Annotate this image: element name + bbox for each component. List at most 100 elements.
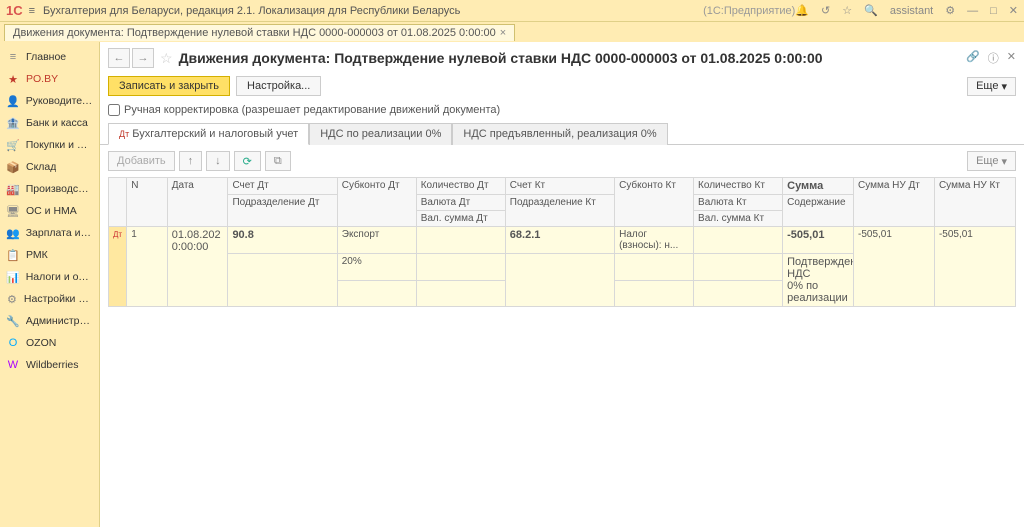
favorite-star-icon[interactable]: ☆ (160, 50, 173, 67)
col-date[interactable]: Дата (167, 178, 228, 227)
nav-icon: 🏭 (6, 182, 20, 196)
col-nu-kt[interactable]: Сумма НУ Кт (934, 178, 1015, 227)
tab-close-icon[interactable]: × (500, 27, 506, 39)
col-cur-dt[interactable]: Валюта Дт (416, 195, 505, 211)
user-label[interactable]: assistant (890, 5, 933, 17)
sidebar-item-5[interactable]: 📦Склад (0, 156, 99, 178)
titlebar: 1C ≡ Бухгалтерия для Беларуси, редакция … (0, 0, 1024, 22)
manual-edit-checkbox[interactable] (108, 104, 120, 116)
nav-forward-button[interactable]: → (132, 48, 154, 68)
manual-edit-row: Ручная корректировка (разрешает редактир… (100, 102, 1024, 122)
sidebar-item-8[interactable]: 👥Зарплата и кадры (0, 222, 99, 244)
export-button[interactable]: ⧉ (265, 151, 291, 171)
settings-icon[interactable]: ⚙ (945, 4, 955, 17)
col-credit[interactable]: Счет Кт (505, 178, 614, 195)
setup-button[interactable]: Настройка... (236, 76, 321, 96)
nav-label: Покупки и продажи (26, 139, 93, 151)
nav-icon: 🔧 (6, 314, 20, 328)
nav-label: Администрирование (26, 315, 93, 327)
page-header: ← → ☆ Движения документа: Подтверждение … (100, 42, 1024, 74)
table-row[interactable]: Дт 1 01.08.2020:00:00 90.8 Экспорт 68.2.… (109, 227, 1016, 254)
col-debit[interactable]: Счет Дт (228, 178, 337, 195)
col-subkonto-kt[interactable]: Субконто Кт (615, 178, 694, 227)
save-close-button[interactable]: Записать и закрыть (108, 76, 230, 96)
chevron-down-icon: ▾ (1001, 80, 1007, 93)
sidebar-item-10[interactable]: 📊Налоги и отчетность (0, 266, 99, 288)
sidebar-item-7[interactable]: 🖥ОС и НМА (0, 200, 99, 222)
sidebar-item-1[interactable]: ★ PO.BY (0, 68, 99, 90)
app-logo: 1C (6, 3, 23, 18)
sidebar-item-3[interactable]: 🏦Банк и касса (0, 112, 99, 134)
row-type-icon: Дт (109, 227, 127, 307)
cell-qty-dt (416, 227, 505, 254)
window-tab[interactable]: Движения документа: Подтверждение нулево… (4, 24, 515, 41)
nav-label: РМК (26, 249, 48, 261)
nav-icon: ⚙ (6, 292, 18, 306)
sidebar-item-2[interactable]: 👤Руководителю (0, 90, 99, 112)
nav-icon: ★ (6, 72, 20, 86)
col-content[interactable]: Содержание (783, 195, 854, 227)
star-icon[interactable]: ☆ (842, 4, 852, 17)
sidebar-item-11[interactable]: ⚙ Настройки учета (0, 288, 99, 310)
grid-toolbar: Добавить ↑ ↓ ⟳ ⧉ Еще▾ (100, 145, 1024, 177)
nav-label: Зарплата и кадры (26, 227, 93, 239)
col-nu-dt[interactable]: Сумма НУ Дт (853, 178, 934, 227)
minimize-icon[interactable]: — (967, 5, 978, 17)
sidebar-item-13[interactable]: OOZON (0, 332, 99, 354)
nav-label: Wildberries (26, 359, 79, 371)
grid-more-button[interactable]: Еще▾ (967, 151, 1016, 171)
sidebar-item-9[interactable]: 📋РМК (0, 244, 99, 266)
col-n[interactable]: N (127, 178, 167, 227)
col-debit-sub[interactable]: Подразделение Дт (228, 195, 337, 227)
nav-label: Настройки учета (24, 293, 93, 305)
refresh-button[interactable]: ⟳ (234, 151, 261, 171)
chevron-down-icon: ▾ (1001, 155, 1007, 168)
sidebar-item-6[interactable]: 🏭Производство (0, 178, 99, 200)
cell-sub-dt: Экспорт (337, 227, 416, 254)
bell-icon[interactable]: 🔔 (795, 4, 809, 17)
sidebar: ≡Главное ★ PO.BY 👤Руководителю🏦Банк и касса… (0, 42, 100, 527)
move-down-button[interactable]: ↓ (206, 151, 230, 171)
hamburger-icon[interactable]: ≡ (29, 5, 35, 17)
subtab-1[interactable]: НДС по реализации 0% (309, 123, 452, 145)
sidebar-item-0[interactable]: ≡Главное (0, 46, 99, 68)
col-cur-kt[interactable]: Валюта Кт (694, 195, 783, 211)
nav-label: PO.BY (26, 73, 58, 85)
add-button[interactable]: Добавить (108, 151, 175, 171)
more-button[interactable]: Еще▾ (967, 77, 1016, 96)
history-icon[interactable]: ↺ (821, 4, 830, 17)
window-tabbar: Движения документа: Подтверждение нулево… (0, 22, 1024, 42)
col-subkonto-dt[interactable]: Субконто Дт (337, 178, 416, 227)
top-icons: 🔔 ↺ ☆ 🔍 assistant ⚙ — □ ✕ (795, 4, 1018, 17)
search-icon[interactable]: 🔍 (864, 4, 878, 17)
nav-icon: 🛒 (6, 138, 20, 152)
nav-icon: 🖥 (6, 204, 20, 218)
accounting-grid[interactable]: N Дата Счет Дт Субконто Дт Количество Дт… (108, 177, 1016, 307)
link-icon[interactable]: 🔗 (966, 50, 980, 66)
subtab-2[interactable]: НДС предъявленный, реализация 0% (452, 123, 667, 145)
col-credit-sub[interactable]: Подразделение Кт (505, 195, 614, 227)
cell-acc-kt: 68.2.1 (505, 227, 614, 254)
sidebar-item-12[interactable]: 🔧 Администрирование (0, 310, 99, 332)
page-close-icon[interactable]: ✕ (1007, 50, 1016, 66)
col-valsum-kt[interactable]: Вал. сумма Кт (694, 211, 783, 227)
nav-back-button[interactable]: ← (108, 48, 130, 68)
tab-icon: Дт (119, 129, 129, 139)
info-icon[interactable]: ⓘ (988, 50, 999, 66)
move-up-button[interactable]: ↑ (179, 151, 203, 171)
nav-label: Главное (26, 51, 66, 63)
sidebar-item-14[interactable]: WWildberries (0, 354, 99, 376)
main-content: ← → ☆ Движения документа: Подтверждение … (100, 42, 1024, 527)
col-qty-dt[interactable]: Количество Дт (416, 178, 505, 195)
close-icon[interactable]: ✕ (1009, 4, 1018, 17)
cell-qty-kt (694, 227, 783, 254)
maximize-icon[interactable]: □ (990, 5, 997, 17)
cell-date: 01.08.2020:00:00 (167, 227, 228, 307)
col-valsum-dt[interactable]: Вал. сумма Дт (416, 211, 505, 227)
col-sum[interactable]: Сумма (783, 178, 854, 195)
sidebar-item-4[interactable]: 🛒 Покупки и продажи (0, 134, 99, 156)
nav-label: Налоги и отчетность (26, 271, 93, 283)
col-qty-kt[interactable]: Количество Кт (694, 178, 783, 195)
subtab-0[interactable]: ДтБухгалтерский и налоговый учет (108, 123, 309, 145)
col-icon (109, 178, 127, 227)
